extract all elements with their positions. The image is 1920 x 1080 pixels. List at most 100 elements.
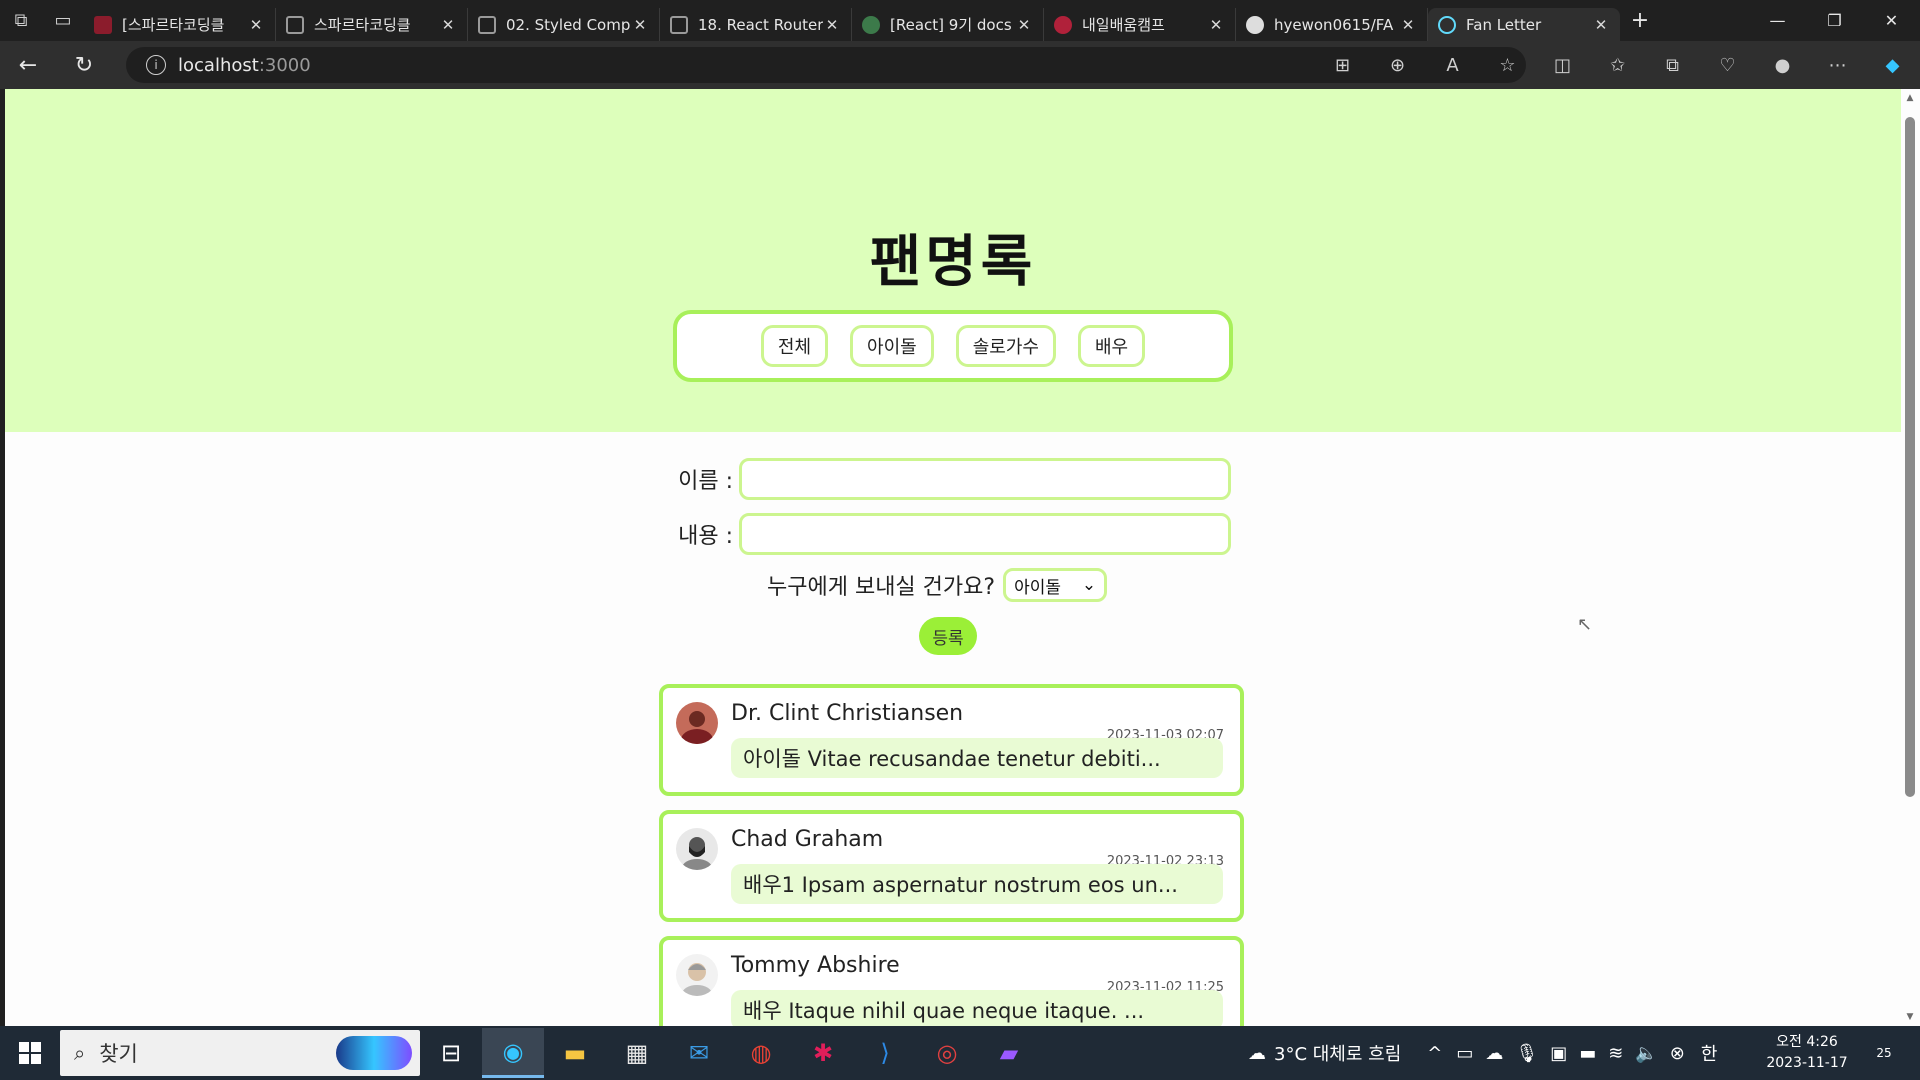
- close-icon[interactable]: ✕: [439, 16, 457, 34]
- tab-title: Fan Letter: [1466, 15, 1542, 34]
- tab-title: 스파르타코딩클: [314, 16, 411, 34]
- tray-cloud-icon[interactable]: ☁: [1485, 1043, 1503, 1064]
- favorites-icon[interactable]: ✩: [1590, 41, 1645, 89]
- browser-tab[interactable]: 스파르타코딩클 ✕: [276, 8, 468, 41]
- browser-tab-active[interactable]: Fan Letter ✕: [1428, 8, 1620, 41]
- file-explorer-icon[interactable]: ▬: [544, 1028, 606, 1078]
- minimize-icon[interactable]: —: [1749, 0, 1806, 41]
- content-row: 내용 :: [661, 513, 1231, 555]
- browser-tab[interactable]: [React] 9기 docs ✕: [852, 8, 1044, 41]
- tab-favicon-icon: [478, 15, 496, 34]
- copilot-icon[interactable]: ◆: [1865, 41, 1920, 89]
- screen-recorder-icon[interactable]: ◎: [916, 1028, 978, 1078]
- browser-tab[interactable]: 내일배움캠프 ✕: [1044, 8, 1236, 41]
- close-window-icon[interactable]: ✕: [1863, 0, 1920, 41]
- close-icon[interactable]: ✕: [1207, 16, 1225, 34]
- filter-tab-solo[interactable]: 솔로가수: [955, 325, 1056, 367]
- browser-tab[interactable]: 02. Styled Comp ✕: [468, 8, 660, 41]
- tab-title: [React] 9기 docs: [890, 16, 1012, 34]
- browser-tab[interactable]: hyewon0615/FA ✕: [1236, 8, 1428, 41]
- address-bar-row: ← ↻ i localhost:3000 ⊞ ⊕ A ☆ ◫ ✩ ⧉ ♡ ● ⋯…: [0, 41, 1920, 89]
- taskbar-search[interactable]: ⌕ 찾기: [60, 1030, 420, 1076]
- close-icon[interactable]: ✕: [1399, 16, 1417, 34]
- tray-status-icon[interactable]: ⊗: [1670, 1043, 1685, 1064]
- scrollbar-thumb[interactable]: [1905, 117, 1915, 797]
- page-scrollbar[interactable]: ▲ ▼: [1901, 89, 1920, 1026]
- new-tab-button[interactable]: +: [1620, 0, 1660, 41]
- tab-actions-icon[interactable]: ▭: [42, 0, 84, 41]
- close-icon[interactable]: ✕: [631, 16, 649, 34]
- chrome-icon[interactable]: ◍: [730, 1028, 792, 1078]
- collections-icon[interactable]: ⧉: [1645, 41, 1700, 89]
- browser-tab[interactable]: 18. React Router ✕: [660, 8, 852, 41]
- browser-essentials-icon[interactable]: ♡: [1700, 41, 1755, 89]
- search-highlight-icon[interactable]: [336, 1036, 412, 1070]
- page-header: 팬명록 전체 아이돌 솔로가수 배우: [5, 89, 1901, 432]
- letter-card[interactable]: Dr. Clint Christiansen 2023-11-03 02:07 …: [659, 684, 1244, 796]
- close-icon[interactable]: ✕: [1015, 16, 1033, 34]
- more-menu-icon[interactable]: ⋯: [1810, 41, 1865, 89]
- ime-icon[interactable]: 한: [1701, 1040, 1718, 1066]
- favorite-star-icon[interactable]: ☆: [1480, 41, 1535, 89]
- back-icon[interactable]: ←: [0, 41, 56, 89]
- tab-favicon-icon: [670, 15, 688, 34]
- tab-title: [스파르타코딩클: [122, 16, 225, 34]
- refresh-icon[interactable]: ↻: [56, 41, 112, 89]
- mail-icon[interactable]: ✉: [668, 1028, 730, 1078]
- name-input[interactable]: [739, 458, 1231, 500]
- filter-tab-idol[interactable]: 아이돌: [850, 325, 934, 367]
- filter-tab-all[interactable]: 전체: [760, 325, 829, 367]
- letter-content: 배우 Itaque nihil quae neque itaque. ...: [731, 990, 1223, 1026]
- tab-title: 내일배움캠프: [1082, 16, 1165, 34]
- close-icon[interactable]: ✕: [823, 16, 841, 34]
- clipchamp-icon[interactable]: ▰: [978, 1028, 1040, 1078]
- recipient-question: 누구에게 보내실 건가요?: [767, 575, 996, 600]
- letter-card[interactable]: Tommy Abshire 2023-11-02 11:25 배우 Itaque…: [659, 936, 1244, 1026]
- read-aloud-icon[interactable]: A: [1425, 41, 1480, 89]
- weather-text[interactable]: 3°C 대체로 흐림: [1274, 1040, 1401, 1066]
- workspaces-icon[interactable]: ⧉: [0, 0, 42, 41]
- letter-content: 배우1 Ipsam aspernatur nostrum eos un...: [731, 864, 1223, 904]
- filter-tab-actor[interactable]: 배우: [1077, 325, 1146, 367]
- restore-icon[interactable]: ❐: [1806, 0, 1863, 41]
- edge-taskbar-icon[interactable]: ◉: [482, 1028, 544, 1078]
- avatar: [676, 954, 718, 996]
- letter-author: Tommy Abshire: [731, 953, 900, 978]
- slack-icon[interactable]: ✱: [792, 1028, 854, 1078]
- browser-tab[interactable]: [스파르타코딩클 ✕: [84, 8, 276, 41]
- tray-overflow-icon[interactable]: ^: [1427, 1043, 1442, 1064]
- store-icon[interactable]: ▦: [606, 1028, 668, 1078]
- taskbar-search-placeholder: 찾기: [99, 1042, 138, 1066]
- content-input[interactable]: [739, 513, 1231, 555]
- submit-button[interactable]: 등록: [919, 617, 977, 655]
- notification-icon[interactable]: 25: [1868, 1038, 1900, 1068]
- letter-card[interactable]: Chad Graham 2023-11-02 23:13 배우1 Ipsam a…: [659, 810, 1244, 922]
- battery-icon[interactable]: ▬: [1579, 1043, 1596, 1064]
- scroll-up-icon[interactable]: ▲: [1905, 93, 1915, 103]
- tray-devices-icon[interactable]: ▭: [1456, 1043, 1473, 1064]
- tray-display-icon[interactable]: ▣: [1550, 1043, 1567, 1064]
- letter-content: 아이돌 Vitae recusandae tenetur debiti...: [731, 738, 1223, 778]
- mouse-cursor-icon: ↖: [1577, 614, 1593, 635]
- split-screen-icon[interactable]: ◫: [1535, 41, 1590, 89]
- name-label: 이름 :: [678, 469, 733, 494]
- react-icon: [1438, 15, 1456, 34]
- tab-title: 18. React Router: [698, 15, 823, 34]
- letter-author: Dr. Clint Christiansen: [731, 701, 964, 726]
- notification-count: 25: [1876, 1046, 1892, 1060]
- microphone-icon[interactable]: 🎙: [1515, 1043, 1538, 1064]
- apps-icon[interactable]: ⊞: [1315, 41, 1370, 89]
- vscode-icon[interactable]: ⟩: [854, 1028, 916, 1078]
- close-icon[interactable]: ✕: [247, 16, 265, 34]
- task-view-icon[interactable]: ⊟: [420, 1028, 482, 1078]
- taskbar-clock[interactable]: 오전 4:26 2023-11-17: [1762, 1032, 1852, 1074]
- recipient-select[interactable]: 아이돌 ⌄: [1003, 568, 1108, 602]
- scroll-down-icon[interactable]: ▼: [1905, 1012, 1915, 1022]
- volume-icon[interactable]: 🔈: [1635, 1043, 1657, 1064]
- windows-start-icon[interactable]: [0, 1026, 60, 1080]
- zoom-icon[interactable]: ⊕: [1370, 41, 1425, 89]
- close-icon[interactable]: ✕: [1592, 16, 1610, 34]
- site-info-icon[interactable]: i: [146, 55, 166, 75]
- profile-avatar-icon[interactable]: ●: [1755, 41, 1810, 89]
- wifi-icon[interactable]: ≋: [1608, 1043, 1623, 1064]
